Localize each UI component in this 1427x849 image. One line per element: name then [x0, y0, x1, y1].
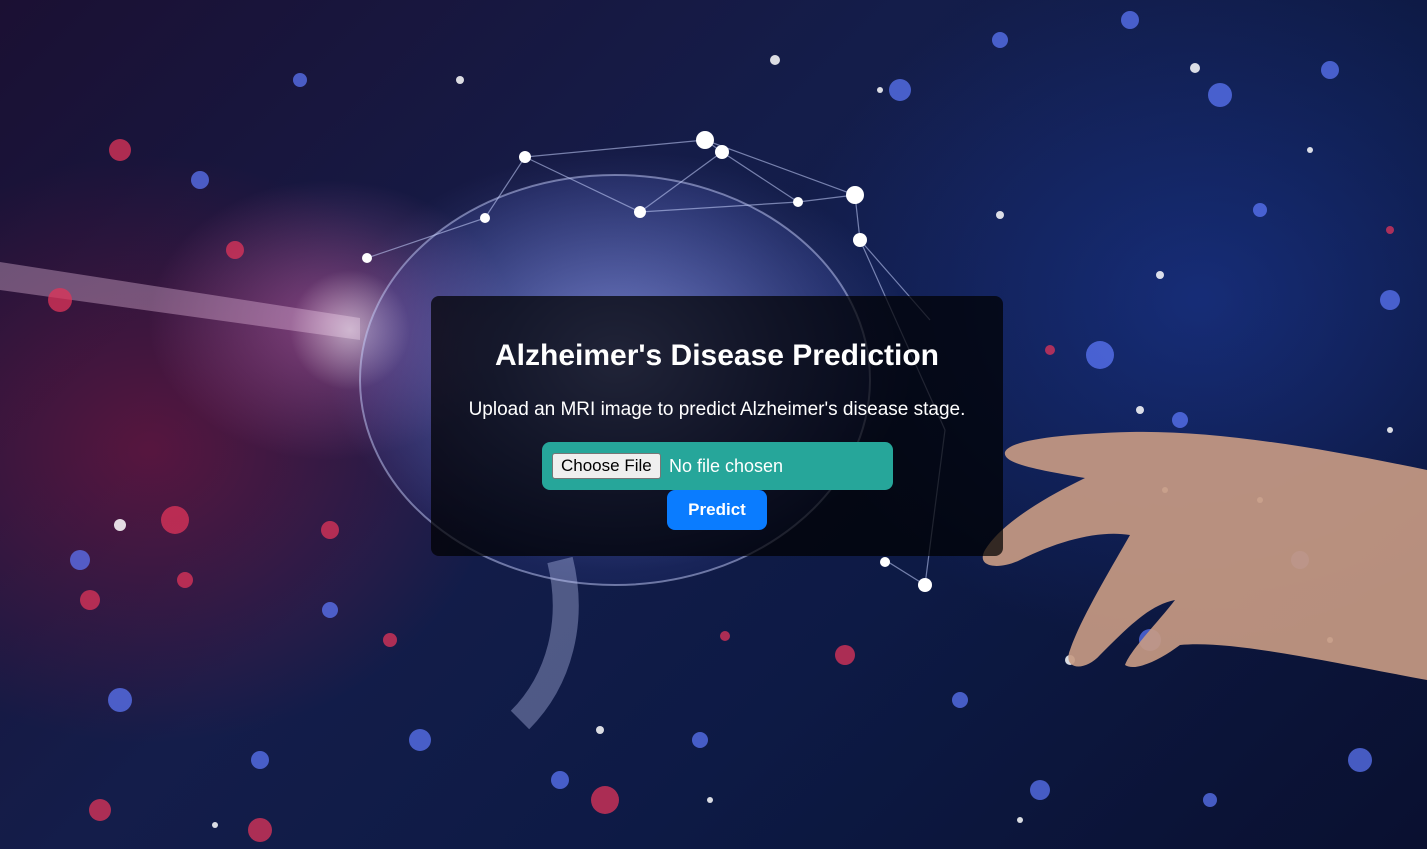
prediction-card: Alzheimer's Disease Prediction Upload an…: [431, 296, 1003, 556]
file-upload-field[interactable]: Choose File No file chosen: [542, 442, 893, 490]
page-subtitle: Upload an MRI image to predict Alzheimer…: [468, 399, 966, 420]
file-status-text: No file chosen: [669, 456, 784, 476]
choose-file-button[interactable]: Choose File: [552, 453, 661, 479]
page-title: Alzheimer's Disease Prediction: [495, 339, 939, 372]
predict-button[interactable]: Predict: [667, 490, 767, 530]
